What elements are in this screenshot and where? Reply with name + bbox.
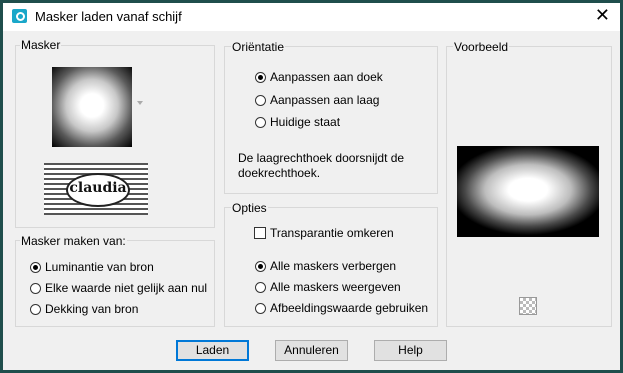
source-label: Masker maken van: bbox=[20, 234, 127, 248]
radio-label: Alle maskers weergeven bbox=[270, 280, 401, 294]
mask-thumbnail[interactable] bbox=[52, 67, 132, 147]
radio-button[interactable] bbox=[255, 71, 266, 83]
options-label: Opties bbox=[231, 201, 268, 215]
title-bar: Masker laden vanaf schijf ✕ bbox=[3, 3, 620, 31]
orientation-label: Oriëntatie bbox=[231, 40, 286, 54]
radio-current-state[interactable]: Huidige staat bbox=[255, 115, 340, 129]
radio-label: Alle maskers verbergen bbox=[270, 259, 397, 273]
load-button[interactable]: Laden bbox=[176, 340, 249, 361]
preview-image bbox=[457, 146, 599, 237]
chevron-down-icon[interactable] bbox=[137, 101, 143, 105]
radio-label: Dekking van bron bbox=[45, 302, 139, 316]
radio-opacity[interactable]: Dekking van bron bbox=[30, 302, 138, 316]
radio-label: Elke waarde niet gelijk aan nul bbox=[45, 281, 208, 295]
close-icon[interactable]: ✕ bbox=[595, 5, 610, 25]
radio-button[interactable] bbox=[255, 260, 266, 272]
radio-luminance[interactable]: Luminantie van bron bbox=[30, 260, 154, 274]
logo-image: claudia bbox=[44, 163, 148, 215]
transparency-icon[interactable] bbox=[519, 297, 537, 315]
cancel-button[interactable]: Annuleren bbox=[275, 340, 348, 361]
radio-label: Afbeeldingswaarde gebruiken bbox=[270, 301, 429, 315]
radio-button[interactable] bbox=[255, 116, 266, 128]
masker-label: Masker bbox=[20, 38, 62, 52]
radio-button[interactable] bbox=[30, 282, 41, 294]
radio-show-all-masks[interactable]: Alle maskers weergeven bbox=[255, 280, 401, 294]
radio-label: Aanpassen aan doek bbox=[270, 70, 383, 84]
radio-hide-all-masks[interactable]: Alle maskers verbergen bbox=[255, 259, 396, 273]
help-button[interactable]: Help bbox=[374, 340, 447, 361]
radio-button[interactable] bbox=[255, 94, 266, 106]
radio-label: Huidige staat bbox=[270, 115, 341, 129]
radio-button[interactable] bbox=[255, 302, 266, 314]
invert-transparency-checkbox[interactable]: Transparantie omkeren bbox=[254, 226, 394, 240]
radio-use-image-value[interactable]: Afbeeldingswaarde gebruiken bbox=[255, 301, 428, 315]
app-icon bbox=[12, 9, 27, 23]
orientation-info-text: De laagrechthoek doorsnijdt de doekrecht… bbox=[238, 151, 405, 180]
radio-fit-layer[interactable]: Aanpassen aan laag bbox=[255, 93, 379, 107]
radio-button[interactable] bbox=[30, 261, 41, 273]
preview-label: Voorbeeld bbox=[453, 40, 510, 54]
radio-label: Luminantie van bron bbox=[45, 260, 154, 274]
checkbox-label: Transparantie omkeren bbox=[270, 226, 394, 240]
checkbox[interactable] bbox=[254, 227, 266, 239]
logo-text: claudia bbox=[66, 173, 130, 207]
window-title: Masker laden vanaf schijf bbox=[35, 9, 182, 24]
radio-nonzero[interactable]: Elke waarde niet gelijk aan nul bbox=[30, 281, 207, 295]
radio-fit-canvas[interactable]: Aanpassen aan doek bbox=[255, 70, 383, 84]
radio-button[interactable] bbox=[255, 281, 266, 293]
radio-button[interactable] bbox=[30, 303, 41, 315]
radio-label: Aanpassen aan laag bbox=[270, 93, 380, 107]
